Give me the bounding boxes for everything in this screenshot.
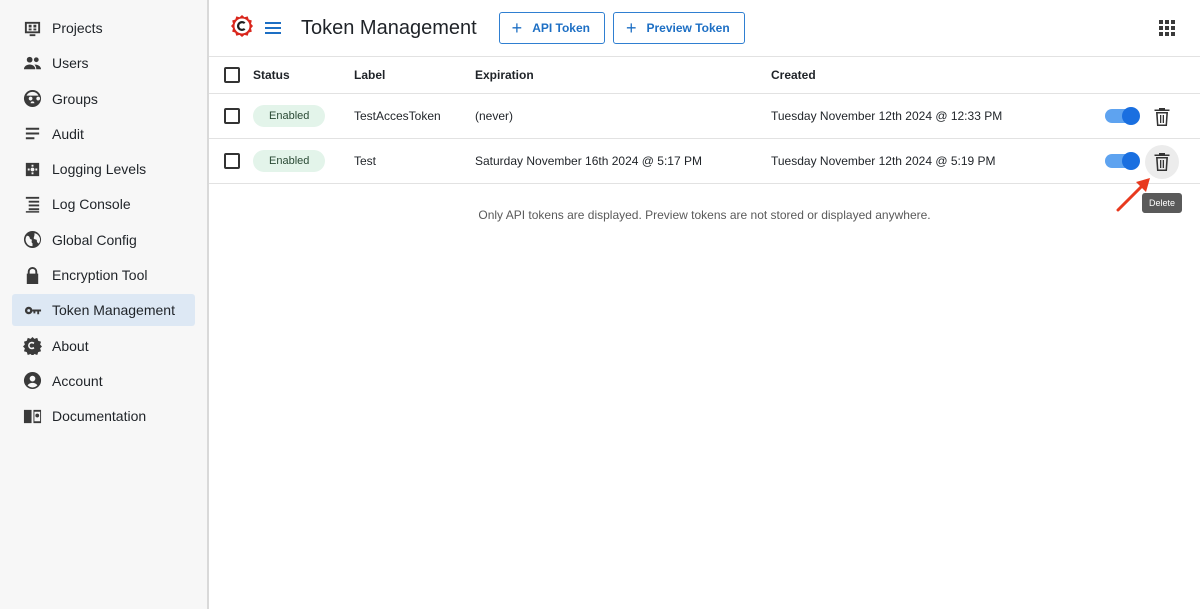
app-root: Projects Users Groups Audit Logging Leve… [0, 0, 1200, 609]
sidebar-item-label: Documentation [52, 408, 147, 425]
sidebar-item-label: About [52, 337, 89, 354]
sidebar-item-account[interactable]: Account [12, 365, 195, 397]
table-row: Enabled Test Saturday November 16th 2024… [209, 139, 1200, 184]
sidebar-item-log-console[interactable]: Log Console [12, 188, 195, 220]
sidebar-item-projects[interactable]: Projects [12, 12, 195, 44]
plus-icon: + [625, 18, 637, 38]
created-cell: Tuesday November 12th 2024 @ 5:19 PM [771, 154, 996, 168]
sidebar-item-label: Users [52, 55, 89, 72]
sidebar-item-groups[interactable]: Groups [12, 83, 195, 115]
globe-icon [22, 230, 42, 250]
app-logo-icon[interactable] [229, 13, 255, 43]
created-cell: Tuesday November 12th 2024 @ 12:33 PM [771, 109, 1003, 123]
apps-grid-icon[interactable] [1158, 19, 1176, 37]
enable-toggle[interactable] [1105, 107, 1140, 125]
toggle-knob [1122, 152, 1140, 170]
page-title: Token Management [301, 16, 477, 39]
sidebar-item-documentation[interactable]: Documentation [12, 400, 195, 432]
add-api-token-button[interactable]: + API Token [498, 12, 605, 44]
toggle-knob [1122, 107, 1140, 125]
column-header-status[interactable]: Status [253, 68, 354, 82]
status-badge: Enabled [253, 150, 326, 172]
account-icon [22, 371, 42, 391]
add-preview-token-button[interactable]: + Preview Token [612, 12, 745, 44]
column-header-created[interactable]: Created [771, 68, 1071, 82]
select-all-checkbox[interactable] [224, 67, 240, 83]
top-bar: Token Management + API Token + Preview T… [209, 0, 1200, 57]
table-row: Enabled TestAccesToken (never) Tuesday N… [209, 94, 1200, 139]
log-console-icon [22, 194, 42, 214]
sidebar-item-label: Token Management [52, 302, 175, 319]
main-content: Token Management + API Token + Preview T… [209, 0, 1200, 609]
table-header-row: Status Label Expiration Created [209, 57, 1200, 94]
status-badge: Enabled [253, 105, 326, 127]
label-cell: TestAccesToken [354, 109, 441, 123]
documentation-icon [22, 406, 42, 426]
sidebar-item-users[interactable]: Users [12, 47, 195, 79]
users-icon [22, 53, 42, 73]
key-icon [22, 300, 42, 320]
logging-levels-icon [22, 159, 42, 179]
expiration-cell: Saturday November 16th 2024 @ 5:17 PM [475, 154, 702, 168]
about-logo-icon [22, 336, 42, 356]
sidebar-item-encryption-tool[interactable]: Encryption Tool [12, 259, 195, 291]
footnote: Only API tokens are displayed. Preview t… [478, 208, 931, 222]
audit-icon [22, 124, 42, 144]
delete-button[interactable] [1145, 100, 1179, 134]
menu-icon[interactable] [263, 18, 283, 38]
column-header-label[interactable]: Label [354, 68, 475, 82]
groups-icon [22, 89, 42, 109]
sidebar-item-label: Account [52, 372, 103, 389]
column-header-expiration[interactable]: Expiration [475, 68, 771, 82]
preview-token-button-label: Preview Token [646, 21, 730, 35]
sidebar-item-audit[interactable]: Audit [12, 118, 195, 150]
label-cell: Test [354, 154, 377, 168]
trash-icon [1154, 108, 1170, 126]
sidebar-item-logging-levels[interactable]: Logging Levels [12, 153, 195, 185]
lock-icon [22, 265, 42, 285]
status-cell: Enabled [253, 105, 354, 127]
row-checkbox[interactable] [224, 153, 240, 169]
sidebar-item-label: Logging Levels [52, 161, 147, 178]
sidebar-item-label: Log Console [52, 196, 131, 213]
sidebar-item-about[interactable]: About [12, 330, 195, 362]
sidebar-item-label: Projects [52, 20, 103, 36]
expiration-cell: (never) [475, 109, 514, 123]
row-checkbox[interactable] [224, 108, 240, 124]
status-cell: Enabled [253, 150, 354, 172]
enable-toggle[interactable] [1105, 152, 1140, 170]
sidebar: Projects Users Groups Audit Logging Leve… [0, 0, 209, 609]
sidebar-item-label: Groups [52, 90, 98, 107]
sidebar-item-global-config[interactable]: Global Config [12, 224, 195, 256]
sidebar-item-token-management[interactable]: Token Management [12, 294, 195, 327]
api-token-button-label: API Token [532, 21, 590, 35]
trash-icon [1154, 153, 1170, 171]
sidebar-item-label: Global Config [52, 231, 137, 248]
projects-icon [22, 18, 42, 38]
delete-tooltip: Delete [1142, 193, 1183, 213]
plus-icon: + [511, 18, 523, 38]
sidebar-item-label: Audit [52, 125, 84, 142]
sidebar-item-label: Encryption Tool [52, 267, 148, 284]
